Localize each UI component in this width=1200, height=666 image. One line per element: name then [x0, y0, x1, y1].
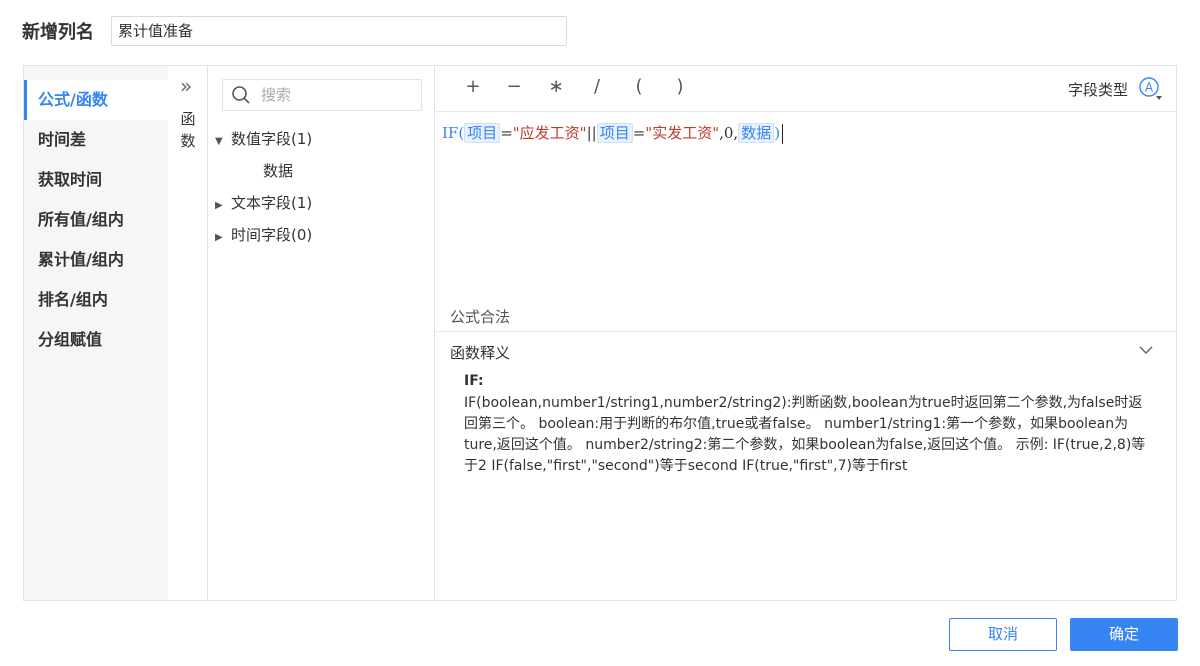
function-name: IF:: [464, 373, 484, 389]
formula-field-token[interactable]: 项目: [596, 123, 633, 143]
column-name-row: 新增列名 累计值准备: [22, 14, 567, 48]
plus-operator-button[interactable]: +: [458, 76, 488, 97]
category-formula-function[interactable]: 公式/函数: [24, 80, 168, 120]
svg-text:A: A: [1145, 81, 1154, 95]
formula-function: IF(: [442, 124, 465, 142]
formula-valid-status: 公式合法: [450, 308, 511, 326]
tree-group-numeric[interactable]: ▼ 数值字段(1): [215, 125, 312, 153]
formula-operator: =: [500, 124, 513, 142]
category-group-assign[interactable]: 分组赋值: [24, 320, 168, 360]
category-cumulative[interactable]: 累计值/组内: [24, 240, 168, 280]
tree-group-label: 数值字段(1): [231, 130, 313, 148]
open-paren-button[interactable]: (: [624, 76, 654, 97]
close-paren-button[interactable]: ): [665, 76, 695, 97]
operator-toolbar: + − ∗ / ( ) 字段类型 A: [436, 66, 1176, 112]
description-header[interactable]: 函数释义: [436, 331, 1176, 369]
field-list: 搜索 ▼ 数值字段(1) 数据 ▶ 文本字段(1) ▶ 时间字段(0): [209, 66, 435, 600]
formula-operator: ||: [586, 124, 597, 142]
search-icon: [232, 86, 250, 104]
field-type-label: 字段类型: [1067, 81, 1128, 99]
divide-operator-button[interactable]: /: [582, 76, 612, 97]
formula-function: ): [774, 124, 781, 142]
formula-field-token[interactable]: 数据: [738, 123, 775, 143]
cancel-button[interactable]: 取消: [949, 618, 1057, 651]
functions-tab-label: 函数: [180, 110, 196, 150]
formula-input[interactable]: IF(项目 ="应发工资"|| 项目 ="实发工资",0, 数据): [442, 122, 784, 144]
formula-field-token[interactable]: 项目: [464, 123, 501, 143]
tree-group-label: 文本字段(1): [231, 194, 313, 212]
caret-right-icon: ▶: [215, 232, 223, 243]
field-search-input[interactable]: 搜索: [222, 79, 422, 111]
tree-group-text[interactable]: ▶ 文本字段(1): [215, 189, 312, 217]
column-name-input[interactable]: 累计值准备: [111, 16, 567, 46]
category-get-time[interactable]: 获取时间: [24, 160, 168, 200]
functions-tab[interactable]: » 函数: [168, 66, 208, 600]
formula-editor: + − ∗ / ( ) 字段类型 A IF(项目 ="应发工资"|| 项目 ="实发工…: [436, 66, 1176, 600]
tree-field-item[interactable]: 数据: [263, 157, 293, 185]
category-time-diff[interactable]: 时间差: [24, 120, 168, 160]
category-all-values[interactable]: 所有值/组内: [24, 200, 168, 240]
formula-string: "实发工资": [645, 124, 720, 142]
formula-string: "应发工资": [512, 124, 587, 142]
description-title: 函数释义: [450, 344, 511, 362]
expand-chevron-icon[interactable]: »: [180, 74, 192, 98]
field-type-dropdown-icon[interactable]: A: [1138, 76, 1164, 102]
confirm-button[interactable]: 确定: [1070, 618, 1178, 651]
category-list: 公式/函数 时间差 获取时间 所有值/组内 累计值/组内 排名/组内 分组赋值: [24, 66, 168, 600]
formula-operator: =: [632, 124, 646, 142]
minus-operator-button[interactable]: −: [499, 76, 529, 97]
tree-group-label: 时间字段(0): [231, 226, 313, 244]
multiply-operator-button[interactable]: ∗: [541, 76, 571, 97]
tree-group-time[interactable]: ▶ 时间字段(0): [215, 221, 312, 249]
formula-panel: 公式/函数 时间差 获取时间 所有值/组内 累计值/组内 排名/组内 分组赋值 …: [23, 65, 1177, 601]
search-placeholder: 搜索: [261, 86, 292, 104]
column-name-label: 新增列名: [22, 22, 94, 43]
function-description: IF(boolean,number1/string1,number2/strin…: [464, 395, 1146, 474]
category-rank[interactable]: 排名/组内: [24, 280, 168, 320]
formula-literal: ,0,: [719, 124, 739, 142]
text-cursor: [782, 124, 784, 144]
caret-down-icon: ▼: [215, 136, 223, 147]
caret-right-icon: ▶: [215, 200, 223, 211]
chevron-down-icon[interactable]: [1138, 342, 1154, 358]
